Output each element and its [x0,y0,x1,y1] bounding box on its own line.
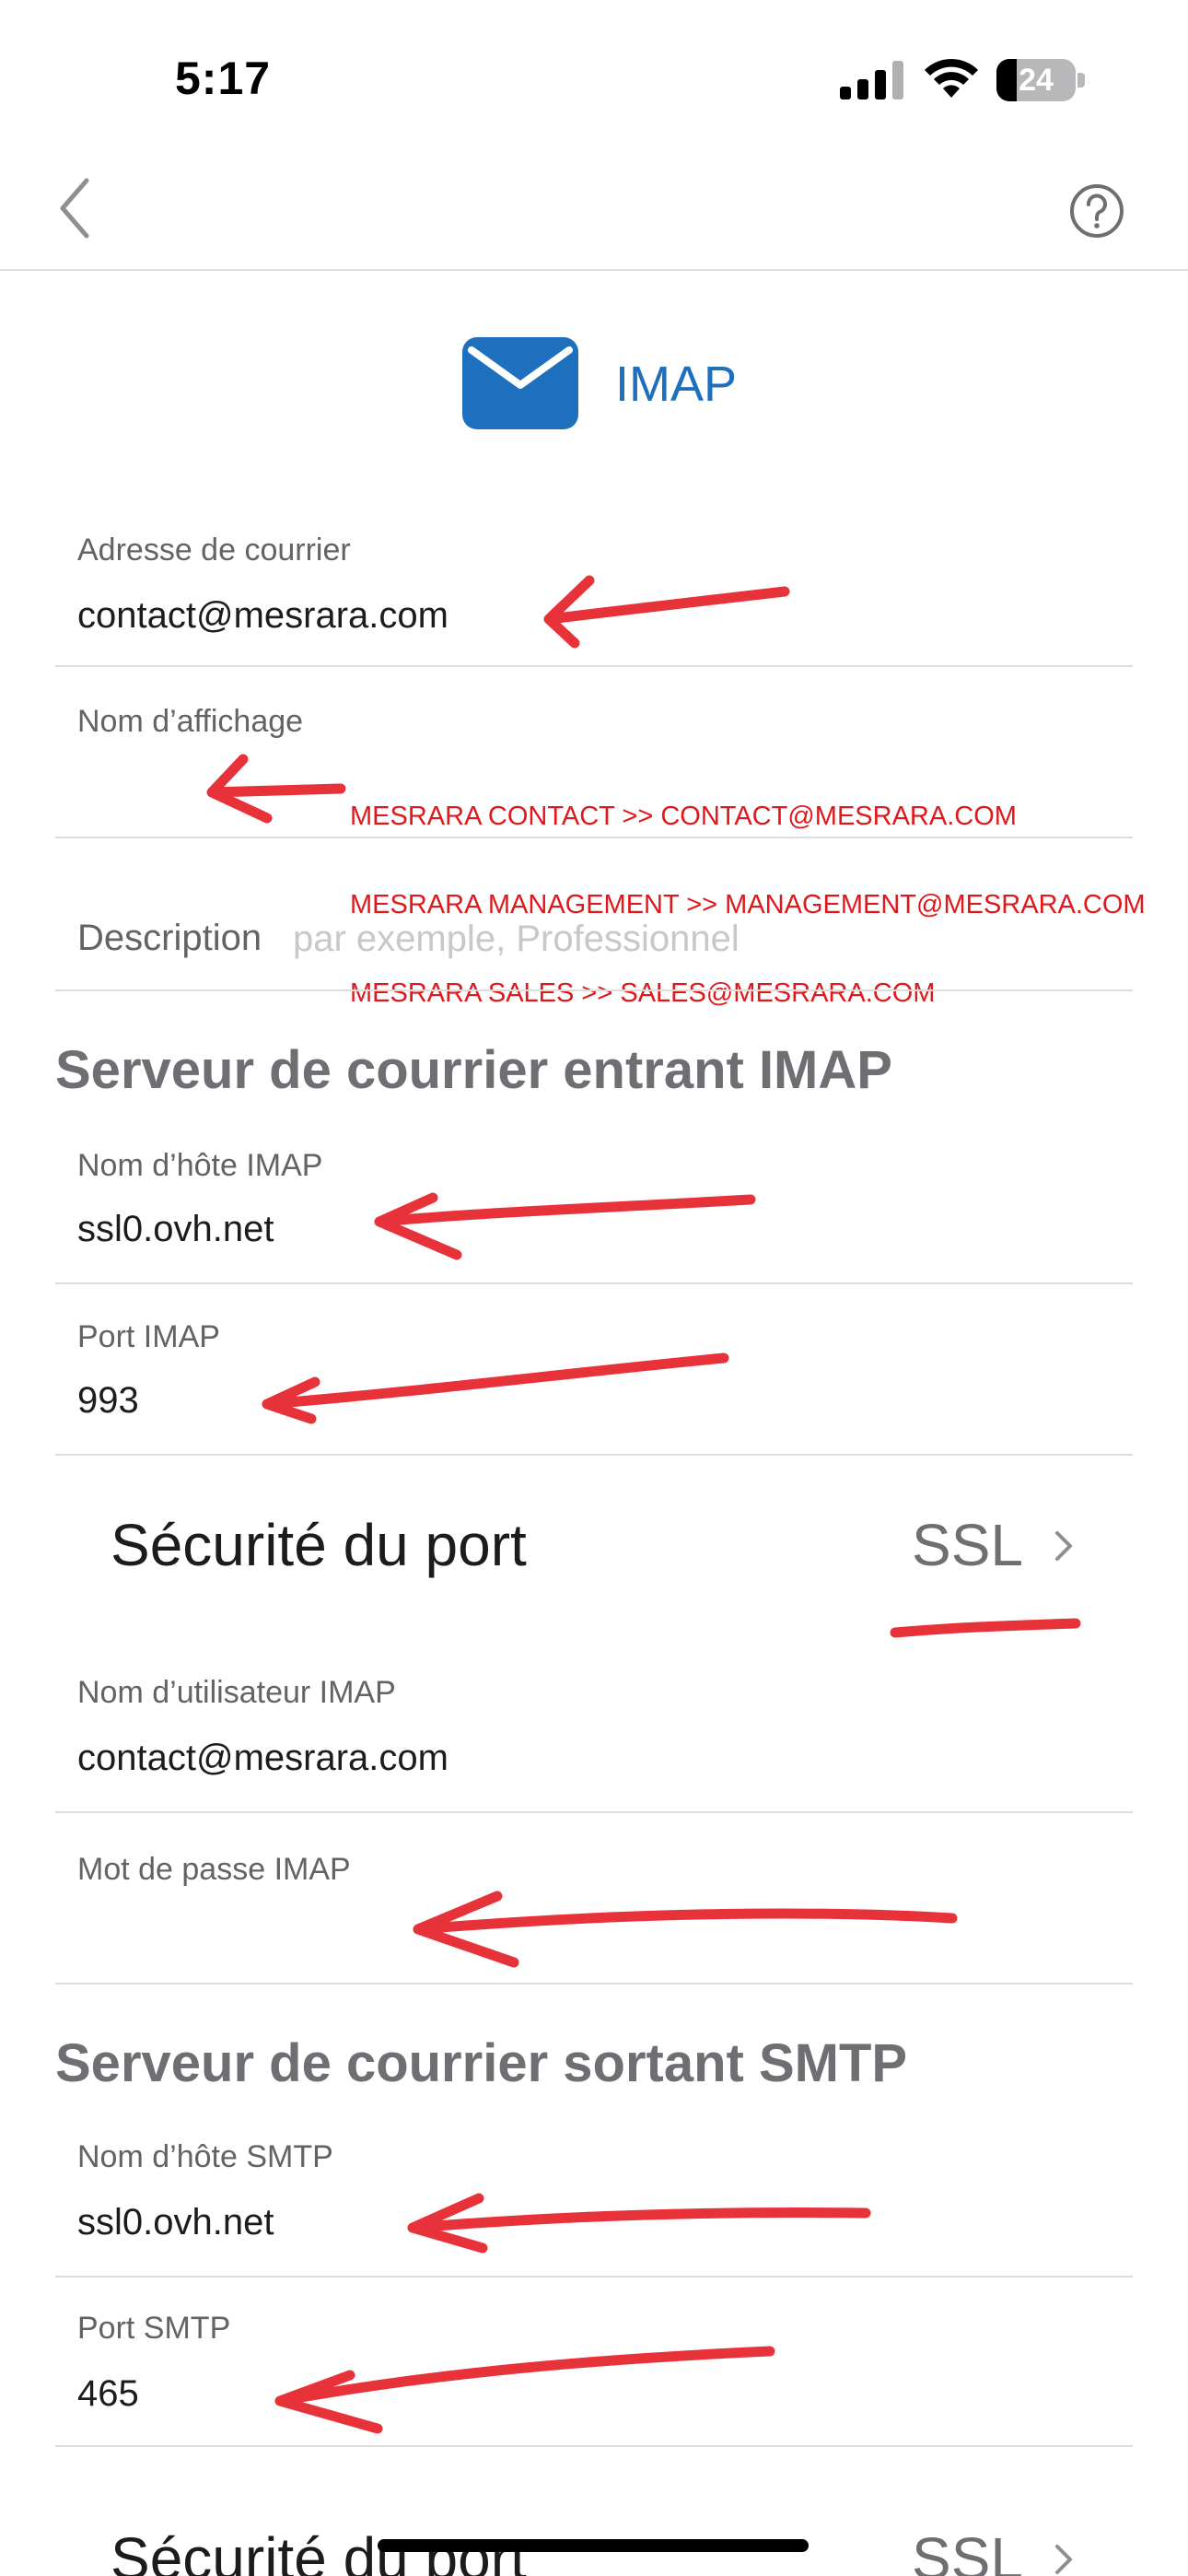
email-label: Adresse de courrier [77,533,351,568]
annotation-arrow [274,2346,775,2434]
description-input[interactable] [293,914,1103,964]
annotation-marks [206,575,1081,2434]
smtp-host-field[interactable]: ssl0.ovh.net [77,2202,274,2243]
annotation-arrow [262,1352,729,1424]
imap-host-field[interactable]: ssl0.ovh.net [77,1209,274,1250]
chevron-left-icon[interactable] [48,171,103,245]
imap-port-field[interactable]: 993 [77,1380,139,1422]
divider [55,1983,1133,1985]
account-type-title: IMAP [615,357,738,412]
annotation-arrow [407,2193,871,2254]
outgoing-section-title: Serveur de courrier sortant SMTP [55,2033,908,2093]
divider [55,989,1133,991]
description-label: Description [77,918,262,958]
divider [55,665,1133,667]
smtp-host-label: Nom d’hôte SMTP [77,2139,333,2174]
email-field[interactable]: contact@mesrara.com [77,595,448,637]
imap-username-label: Nom d’utilisateur IMAP [77,1675,396,1710]
imap-port-security-row[interactable]: Sécurité du port SSL [55,1511,1133,1631]
smtp-port-field[interactable]: 465 [77,2373,139,2415]
divider [55,2276,1133,2277]
divider [55,837,1133,838]
annotation-arrow [543,575,790,649]
imap-port-label: Port IMAP [77,1319,220,1354]
port-security-label: Sécurité du port [111,1512,527,1578]
battery-level: 24 [1019,63,1054,98]
port-security-value: SSL [912,2525,1023,2576]
battery-icon: 24 [996,59,1087,101]
cellular-signal-icon [840,61,903,100]
home-indicator [378,2539,809,2552]
wifi-icon [925,58,978,98]
imap-username-field[interactable]: contact@mesrara.com [77,1738,448,1779]
imap-password-label: Mot de passe IMAP [77,1852,351,1887]
divider [55,1811,1133,1813]
chevron-right-icon [1055,1531,1072,1561]
port-security-value: SSL [912,1512,1023,1578]
divider [55,2445,1133,2447]
smtp-port-label: Port SMTP [77,2311,231,2346]
question-circle-icon[interactable] [1068,182,1125,240]
annotation-note: MESRARA CONTACT >> CONTACT@MESRARA.COM M… [350,743,1146,1037]
envelope-icon [462,337,578,429]
status-time: 5:17 [175,53,272,104]
annotation-line: MESRARA SALES >> SALES@MESRARA.COM [350,978,936,1008]
annotation-arrow [374,1192,756,1260]
incoming-section-title: Serveur de courrier entrant IMAP [55,1040,892,1100]
annotation-line: MESRARA CONTACT >> CONTACT@MESRARA.COM [350,802,1017,831]
nav-divider [0,269,1188,271]
chevron-right-icon [1055,2545,1072,2574]
imap-host-label: Nom d’hôte IMAP [77,1148,323,1183]
divider [55,1282,1133,1284]
imap-password-field[interactable] [77,1909,1090,1951]
divider [55,1454,1133,1456]
display-name-label: Nom d’affichage [77,704,304,739]
